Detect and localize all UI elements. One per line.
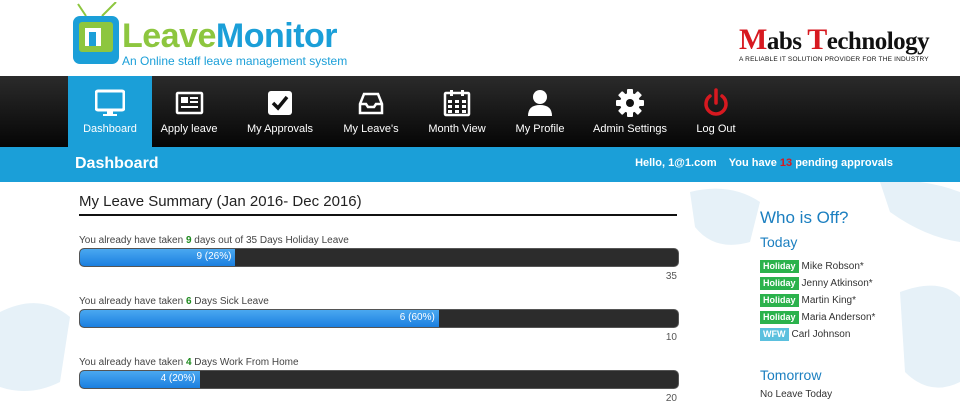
list-item: Holiday Martin King* — [760, 292, 930, 309]
header: LeaveMonitor An Online staff leave manag… — [0, 0, 960, 76]
company-name: Mabs Technology — [739, 23, 930, 56]
nav-label: My Approvals — [246, 123, 314, 135]
nav-dashboard[interactable]: Dashboard — [68, 76, 152, 147]
list-item: Holiday Mike Robson* — [760, 258, 930, 275]
progress-fill: 6 (60%) — [80, 310, 439, 327]
who-is-off-panel: Who is Off? Today Holiday Mike Robson* Ho… — [760, 208, 930, 400]
page-title: Dashboard — [75, 155, 159, 172]
nav-label: Apply leave — [160, 123, 218, 135]
leave-description: You already have taken 9 days out of 35 … — [79, 235, 349, 246]
list-item: WFW Carl Johnson — [760, 326, 930, 343]
tomorrow-heading: Tomorrow — [760, 367, 822, 383]
main-nav: Dashboard Apply leave My Approvals My Le… — [0, 76, 960, 147]
user-icon — [528, 90, 552, 116]
pending-suffix: pending approvals — [795, 157, 893, 169]
leave-description: You already have taken 6 Days Sick Leave — [79, 296, 269, 307]
checkbox-icon — [268, 91, 292, 115]
company-logo: Mabs Technology A RELIABLE IT SOLUTION P… — [739, 23, 934, 66]
pending-prefix: You have — [728, 157, 777, 169]
nav-log-out[interactable]: Log Out — [684, 76, 748, 147]
leave-monitor-logo[interactable]: LeaveMonitor An Online staff leave manag… — [72, 2, 362, 74]
leave-summary-title: My Leave Summary (Jan 2016- Dec 2016) — [79, 193, 362, 210]
leave-summary-sick: You already have taken 6 Days Sick Leave… — [79, 295, 679, 343]
newspaper-icon — [175, 91, 204, 115]
company-tagline: A RELIABLE IT SOLUTION PROVIDER FOR THE … — [739, 56, 929, 63]
wfw-badge: WFW — [760, 328, 789, 341]
progress-fill: 4 (20%) — [80, 371, 200, 388]
leave-description: You already have taken 4 Days Work From … — [79, 357, 299, 368]
list-item: Holiday Maria Anderson* — [760, 309, 930, 326]
nav-admin-settings[interactable]: Admin Settings — [586, 76, 674, 147]
inbox-icon — [358, 92, 384, 115]
list-item: Holiday Jenny Atkinson* — [760, 275, 930, 292]
user-status: Hello, 1@1.com You have 13 pending appro… — [635, 157, 893, 169]
monitor-icon — [95, 89, 125, 116]
nav-label: Month View — [428, 123, 486, 135]
nav-label: Dashboard — [83, 123, 137, 135]
employee-name: Martin King* — [801, 295, 856, 306]
progress-fill: 9 (26%) — [80, 249, 236, 266]
today-list: Holiday Mike Robson* Holiday Jenny Atkinso… — [760, 258, 930, 343]
progress-total: 35 — [665, 271, 677, 282]
nav-my-approvals[interactable]: My Approvals — [240, 76, 320, 147]
employee-name: Mike Robson* — [801, 261, 864, 272]
greeting: Hello, 1@1.com — [635, 157, 717, 169]
gear-icon — [616, 89, 644, 117]
pending-count[interactable]: 13 — [780, 157, 792, 169]
holiday-badge: Holiday — [760, 277, 799, 290]
progress-bar: 4 (20%) — [79, 370, 679, 389]
nav-my-leaves[interactable]: My Leave's — [332, 76, 410, 147]
nav-label: My Profile — [515, 123, 565, 135]
employee-name: Jenny Atkinson* — [801, 278, 873, 289]
nav-apply-leave[interactable]: Apply leave — [152, 76, 226, 147]
progress-bar: 6 (60%) — [79, 309, 679, 328]
progress-label: 6 (60%) — [399, 312, 435, 323]
leave-summary-wfh: You already have taken 4 Days Work From … — [79, 356, 679, 404]
logo-tagline: An Online staff leave management system — [122, 54, 348, 68]
calendar-icon — [443, 90, 471, 117]
tv-logo-icon — [73, 2, 119, 64]
tomorrow-status: No Leave Today — [760, 389, 833, 400]
progress-label: 4 (20%) — [160, 373, 196, 384]
who-is-off-title: Who is Off? — [760, 208, 849, 227]
progress-total: 10 — [665, 332, 677, 343]
divider — [79, 214, 677, 216]
holiday-badge: Holiday — [760, 311, 799, 324]
status-bar: Dashboard Hello, 1@1.com You have 13 pen… — [0, 147, 960, 182]
logo-wordmark: LeaveMonitor — [122, 17, 338, 55]
nav-label: Admin Settings — [593, 123, 667, 135]
holiday-badge: Holiday — [760, 260, 799, 273]
progress-label: 9 (26%) — [196, 251, 232, 262]
holiday-badge: Holiday — [760, 294, 799, 307]
nav-label: Log Out — [696, 123, 736, 135]
nav-label: My Leave's — [343, 123, 399, 135]
employee-name: Carl Johnson — [791, 329, 851, 340]
nav-my-profile[interactable]: My Profile — [506, 76, 574, 147]
leave-summary-holiday: You already have taken 9 days out of 35 … — [79, 234, 679, 282]
progress-bar: 9 (26%) — [79, 248, 679, 267]
nav-month-view[interactable]: Month View — [420, 76, 494, 147]
power-icon — [704, 88, 728, 116]
progress-total: 20 — [665, 393, 677, 404]
employee-name: Maria Anderson* — [801, 312, 876, 323]
today-heading: Today — [760, 234, 798, 250]
